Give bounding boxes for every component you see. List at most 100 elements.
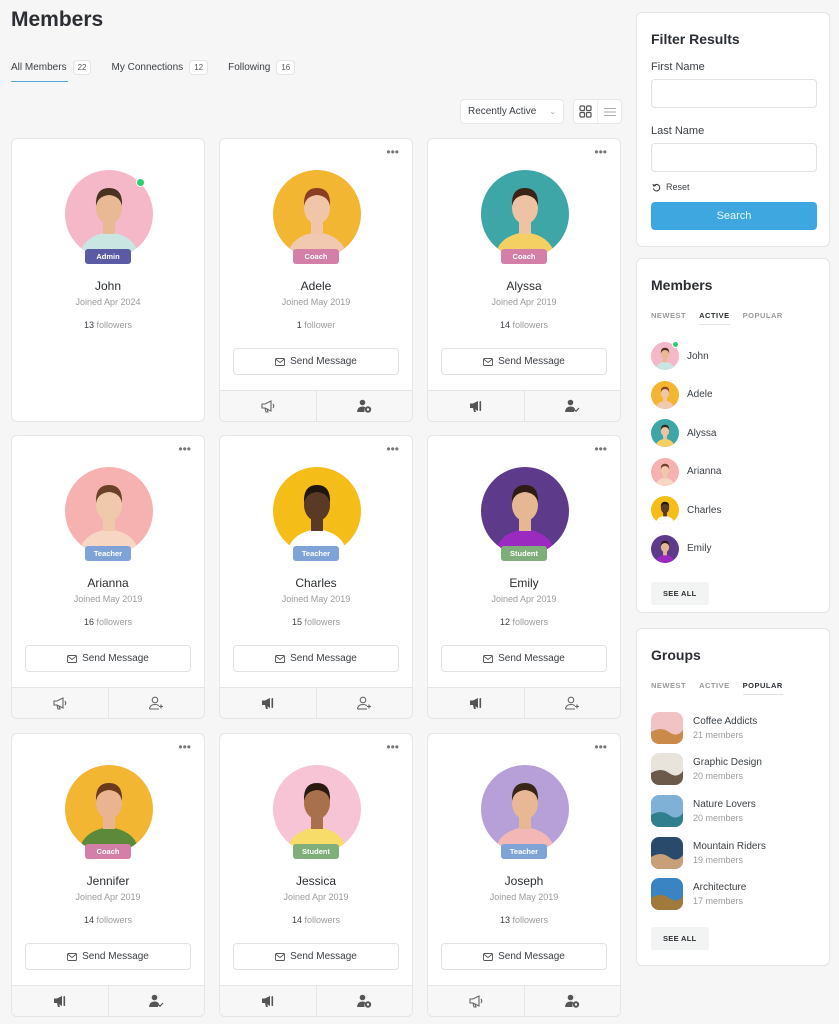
member-list-item[interactable]: Charles [651, 491, 829, 530]
member-name[interactable]: Jessica [220, 874, 412, 888]
follow-button[interactable] [12, 688, 108, 718]
group-name: Graphic Design [693, 757, 762, 769]
follow-button[interactable] [428, 391, 524, 421]
member-name[interactable]: Adele [220, 279, 412, 293]
groups-tab-active[interactable]: ACTIVE [699, 681, 730, 695]
sort-select[interactable]: Recently Active ⌄ [460, 99, 564, 124]
member-joined-date: Joined May 2019 [281, 297, 351, 307]
connect-button[interactable] [315, 688, 413, 718]
member-list-item[interactable]: Alyssa [651, 414, 829, 453]
grid-view-button[interactable] [574, 100, 597, 123]
group-list-item[interactable]: Mountain Riders 19 members [651, 832, 829, 874]
reset-button[interactable]: Reset [652, 182, 829, 192]
more-options-icon[interactable]: ••• [178, 443, 191, 455]
role-badge: Teacher [85, 546, 131, 561]
online-status-dot [136, 178, 145, 187]
groups-widget-tabs: NEWEST ACTIVE POPULAR [651, 681, 829, 695]
chevron-down-icon: ⌄ [549, 107, 556, 116]
follow-button[interactable] [220, 391, 316, 421]
member-avatar[interactable] [481, 170, 569, 258]
send-message-button[interactable]: Send Message [233, 348, 399, 375]
follow-button[interactable] [220, 986, 316, 1016]
card-actions [428, 687, 620, 718]
member-list-item[interactable]: Arianna [651, 453, 829, 492]
member-avatar[interactable] [481, 765, 569, 853]
tab-my-connections[interactable]: My Connections 12 [111, 60, 209, 82]
connect-button[interactable] [523, 391, 621, 421]
tab-all-members[interactable]: All Members 22 [11, 60, 92, 82]
member-name[interactable]: Emily [428, 576, 620, 590]
more-options-icon[interactable]: ••• [386, 146, 399, 158]
followers-label: followers [512, 617, 549, 627]
more-options-icon[interactable]: ••• [594, 443, 607, 455]
group-info: Mountain Riders 19 members [693, 841, 766, 865]
member-name[interactable]: Jennifer [12, 874, 204, 888]
group-list-item[interactable]: Graphic Design 20 members [651, 749, 829, 791]
first-name-label: First Name [651, 61, 705, 73]
connect-button[interactable] [523, 688, 621, 718]
followers-count: 1 [296, 320, 302, 330]
member-name[interactable]: Arianna [12, 576, 204, 590]
member-avatar[interactable] [273, 765, 361, 853]
groups-tab-popular[interactable]: POPULAR [742, 681, 783, 695]
mail-icon [67, 654, 78, 663]
member-name[interactable]: Alyssa [428, 279, 620, 293]
list-view-button[interactable] [597, 100, 621, 123]
member-avatar[interactable] [65, 467, 153, 555]
more-options-icon[interactable]: ••• [386, 741, 399, 753]
groups-tab-newest[interactable]: NEWEST [651, 681, 686, 695]
send-message-button[interactable]: Send Message [25, 943, 191, 970]
member-avatar[interactable] [273, 467, 361, 555]
user-check-icon [148, 994, 164, 1008]
member-name[interactable]: Charles [220, 576, 412, 590]
connect-button[interactable] [315, 391, 413, 421]
member-followers: 16 followers [12, 617, 204, 627]
follow-button[interactable] [220, 688, 316, 718]
member-avatar[interactable] [481, 467, 569, 555]
connect-button[interactable] [107, 688, 205, 718]
member-followers: 13 followers [12, 320, 204, 330]
connect-button[interactable] [523, 986, 621, 1016]
members-tab-newest[interactable]: NEWEST [651, 311, 686, 325]
member-avatar[interactable] [273, 170, 361, 258]
follow-button[interactable] [428, 986, 524, 1016]
members-tab-popular[interactable]: POPULAR [743, 311, 783, 325]
last-name-input[interactable] [651, 143, 817, 172]
member-list-item[interactable]: Emily [651, 530, 829, 569]
member-joined-date: Joined May 2019 [281, 594, 351, 604]
send-message-button[interactable]: Send Message [233, 645, 399, 672]
member-name[interactable]: Joseph [428, 874, 620, 888]
send-message-button[interactable]: Send Message [441, 348, 607, 375]
send-message-button[interactable]: Send Message [441, 645, 607, 672]
members-see-all-button[interactable]: SEE ALL [651, 582, 709, 605]
followers-count: 14 [291, 915, 302, 925]
more-options-icon[interactable]: ••• [178, 741, 191, 753]
group-list-item[interactable]: Architecture 17 members [651, 873, 829, 915]
more-options-icon[interactable]: ••• [594, 146, 607, 158]
group-list-item[interactable]: Coffee Addicts 21 members [651, 707, 829, 749]
send-message-button[interactable]: Send Message [25, 645, 191, 672]
user-add-icon [564, 696, 580, 710]
send-message-label: Send Message [290, 356, 357, 367]
search-button[interactable]: Search [651, 202, 817, 230]
member-list-item[interactable]: Adele [651, 376, 829, 415]
first-name-input[interactable] [651, 79, 817, 108]
more-options-icon[interactable]: ••• [594, 741, 607, 753]
groups-see-all-button[interactable]: SEE ALL [651, 926, 709, 950]
send-message-label: Send Message [498, 356, 565, 367]
more-options-icon[interactable]: ••• [386, 443, 399, 455]
connect-button[interactable] [107, 986, 205, 1016]
card-actions [428, 390, 620, 421]
follow-button[interactable] [12, 986, 108, 1016]
send-message-button[interactable]: Send Message [233, 943, 399, 970]
card-actions [220, 390, 412, 421]
tab-following[interactable]: Following 16 [228, 60, 296, 82]
member-name[interactable]: John [12, 279, 204, 293]
follow-button[interactable] [428, 688, 524, 718]
connect-button[interactable] [315, 986, 413, 1016]
send-message-button[interactable]: Send Message [441, 943, 607, 970]
members-tab-active[interactable]: ACTIVE [699, 311, 730, 325]
member-avatar[interactable] [65, 765, 153, 853]
member-list-item[interactable]: John [651, 337, 829, 376]
group-list-item[interactable]: Nature Lovers 20 members [651, 790, 829, 832]
